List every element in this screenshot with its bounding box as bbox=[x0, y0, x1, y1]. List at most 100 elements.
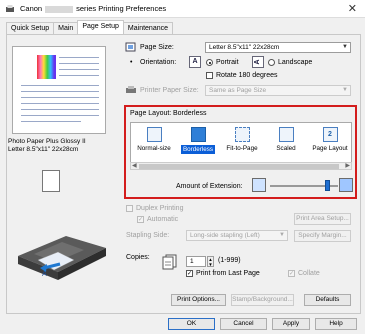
preview-text-line bbox=[59, 63, 99, 64]
tab-quick-setup[interactable]: Quick Setup bbox=[6, 22, 55, 34]
printer-paper-icon bbox=[126, 86, 136, 93]
paper-info: Photo Paper Plus Glossy II Letter 8.5"x1… bbox=[8, 138, 108, 162]
stapling-side-value: Long-side stapling (Left) bbox=[190, 232, 260, 239]
extension-small-icon bbox=[252, 178, 266, 192]
chevron-down-icon: ▼ bbox=[342, 44, 348, 50]
close-icon[interactable]: ✕ bbox=[348, 2, 357, 15]
tab-maintenance[interactable]: Maintenance bbox=[122, 22, 174, 34]
extension-large-icon bbox=[339, 178, 353, 192]
preview-text-line bbox=[21, 91, 99, 92]
page-layout-icon: 2 bbox=[322, 127, 338, 142]
page-preview bbox=[12, 46, 106, 134]
apply-button[interactable]: Apply bbox=[272, 318, 310, 330]
orientation-label: Orientation: bbox=[140, 59, 177, 66]
preview-text-line bbox=[21, 97, 99, 98]
copies-input[interactable]: 1 bbox=[186, 256, 206, 267]
cancel-button[interactable]: Cancel bbox=[220, 318, 267, 330]
copies-spin-buttons[interactable]: ▲ ▼ bbox=[207, 256, 214, 267]
extension-slider-thumb[interactable] bbox=[325, 180, 331, 191]
layout-item-label: Normal-size bbox=[137, 145, 171, 152]
print-options-button[interactable]: Print Options... bbox=[171, 294, 226, 306]
layout-item-page-layout[interactable]: 2 Page Layout bbox=[308, 127, 352, 161]
chevron-down-icon: ▼ bbox=[279, 232, 285, 238]
portrait-label: Portrait bbox=[216, 59, 239, 66]
preview-text-line bbox=[21, 121, 81, 122]
landscape-icon: A bbox=[252, 56, 264, 68]
landscape-radio[interactable] bbox=[268, 59, 275, 66]
scaled-icon bbox=[278, 127, 294, 142]
layout-item-fit-to-page[interactable]: Fit-to-Page bbox=[220, 127, 264, 161]
page-layout-current: Borderless bbox=[173, 110, 207, 117]
preview-text-line bbox=[59, 69, 99, 70]
help-button[interactable]: Help bbox=[315, 318, 357, 330]
normal-size-icon bbox=[146, 127, 162, 142]
preview-text-line bbox=[21, 85, 99, 86]
printer-illustration: A bbox=[18, 236, 106, 280]
automatic-label: Automatic bbox=[147, 216, 179, 223]
preview-text-line bbox=[21, 115, 99, 116]
tab-page-setup[interactable]: Page Setup bbox=[77, 20, 124, 34]
portrait-radio[interactable] bbox=[206, 59, 213, 66]
duplex-printing-label: Duplex Printing bbox=[136, 205, 184, 212]
copies-range: (1-999) bbox=[218, 257, 241, 264]
landscape-label: Landscape bbox=[278, 59, 313, 66]
specify-margin-button[interactable]: Specify Margin... bbox=[294, 230, 351, 242]
preview-photo bbox=[37, 55, 56, 79]
chevron-down-icon: ▼ bbox=[342, 87, 348, 93]
tab-main[interactable]: Main bbox=[53, 22, 79, 34]
printer-paper-size-select[interactable]: Same as Page Size ▼ bbox=[205, 85, 351, 96]
copies-icon bbox=[162, 254, 177, 270]
svg-text:A: A bbox=[42, 271, 47, 278]
layout-item-scaled[interactable]: Scaled bbox=[264, 127, 308, 161]
preview-text-line bbox=[59, 57, 99, 58]
layout-item-normal-size[interactable]: Normal-size bbox=[132, 127, 176, 161]
preview-text-line bbox=[21, 103, 99, 104]
stapling-side-select[interactable]: Long-side stapling (Left) ▼ bbox=[186, 230, 288, 241]
printer-paper-size-label: Printer Paper Size: bbox=[140, 87, 199, 94]
duplex-printing-checkbox[interactable] bbox=[126, 205, 133, 212]
redacted-model-name bbox=[45, 5, 74, 13]
print-from-last-page-label: Print from Last Page bbox=[196, 270, 260, 277]
layout-item-label: Scaled bbox=[276, 145, 296, 152]
portrait-icon: A bbox=[189, 56, 201, 68]
preview-text-line bbox=[21, 109, 99, 110]
page-layout-scrollbar[interactable]: ◀ ▶ bbox=[130, 162, 352, 170]
fit-to-page-icon bbox=[234, 127, 250, 142]
stamp-background-button[interactable]: Stamp/Background... bbox=[231, 294, 294, 306]
paper-size-text: Letter 8.5"x11" 22x28cm bbox=[8, 146, 79, 153]
preview-text-line bbox=[59, 75, 99, 76]
orientation-label-prefix: • bbox=[130, 59, 133, 66]
window-title: Canon series Printing Preferences bbox=[20, 4, 167, 13]
defaults-button[interactable]: Defaults bbox=[304, 294, 351, 306]
layout-item-borderless[interactable]: Borderless bbox=[176, 127, 220, 161]
collate-label: Collate bbox=[298, 270, 320, 277]
printer-paper-size-value: Same as Page Size bbox=[209, 87, 267, 94]
layout-item-label: Page Layout bbox=[312, 145, 348, 152]
layout-item-label: Borderless bbox=[180, 145, 216, 154]
automatic-checkbox[interactable] bbox=[137, 216, 144, 223]
page-size-label: Page Size: bbox=[140, 44, 174, 51]
page-layout-label: Page Layout: bbox=[130, 110, 172, 117]
copies-label: Copies: bbox=[126, 254, 150, 261]
ok-button[interactable]: OK bbox=[168, 318, 215, 330]
scroll-right-icon[interactable]: ▶ bbox=[345, 162, 350, 169]
scroll-left-icon[interactable]: ◀ bbox=[132, 162, 137, 169]
rotate-180-checkbox[interactable] bbox=[206, 72, 213, 79]
title-bar: Canon series Printing Preferences ✕ bbox=[0, 0, 365, 18]
rotate-180-label: Rotate 180 degrees bbox=[216, 72, 278, 79]
scrollbar-thumb[interactable] bbox=[139, 164, 339, 169]
stapling-side-label: Stapling Side: bbox=[126, 232, 170, 239]
print-area-setup-button[interactable]: Print Area Setup... bbox=[294, 213, 351, 225]
page-size-icon bbox=[125, 42, 136, 52]
layout-item-label: Fit-to-Page bbox=[226, 145, 258, 152]
borderless-icon bbox=[190, 127, 206, 142]
page-size-select[interactable]: Letter 8.5"x11" 22x28cm ▼ bbox=[205, 42, 351, 53]
print-from-last-page-checkbox[interactable] bbox=[186, 270, 193, 277]
paper-type-text: Photo Paper Plus Glossy II bbox=[8, 138, 86, 145]
sheet-icon bbox=[42, 170, 60, 192]
collate-checkbox[interactable] bbox=[288, 270, 295, 277]
printer-app-icon bbox=[6, 5, 14, 12]
page-size-value: Letter 8.5"x11" 22x28cm bbox=[209, 44, 280, 51]
amount-of-extension-label: Amount of Extension: bbox=[176, 183, 243, 190]
spin-down-icon[interactable]: ▼ bbox=[208, 262, 213, 267]
